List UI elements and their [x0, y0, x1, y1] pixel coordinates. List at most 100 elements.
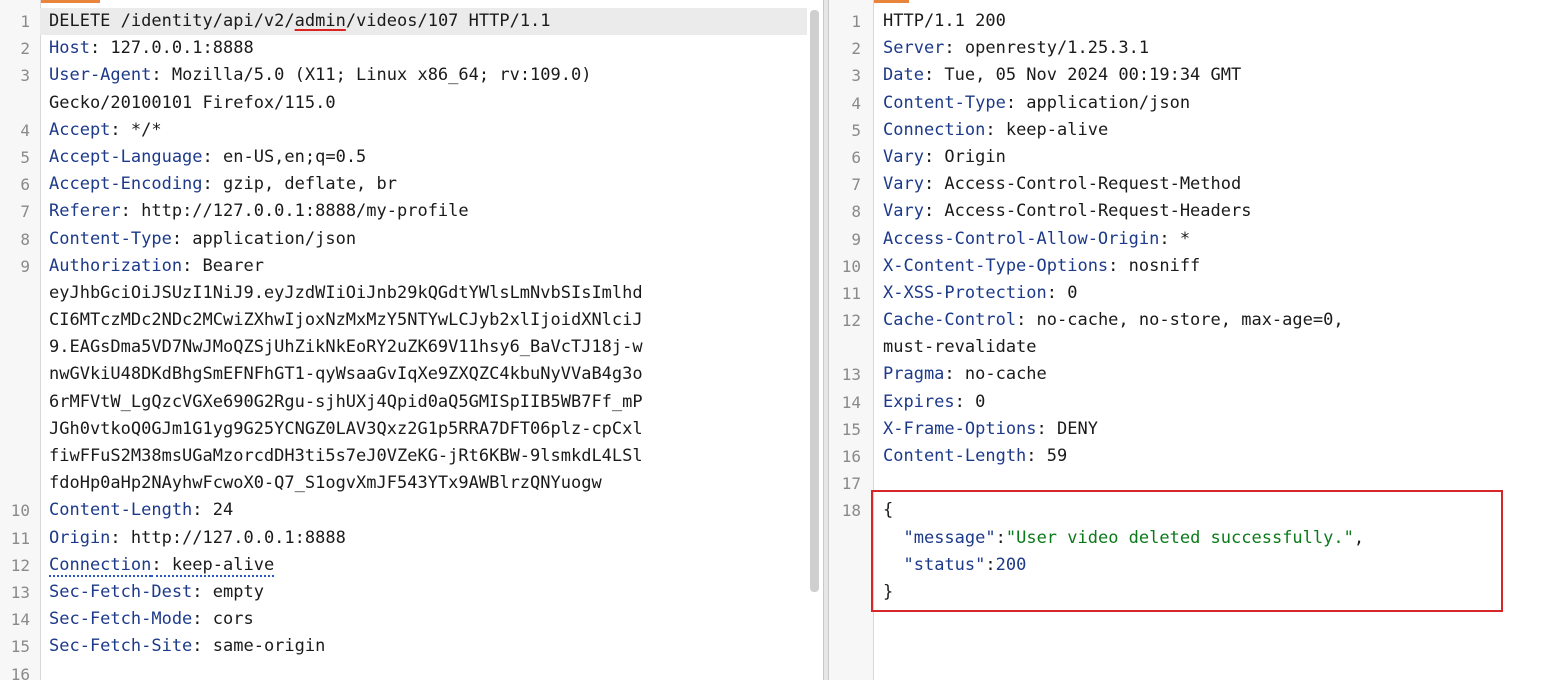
code-token: : Access-Control-Request-Method: [923, 174, 1242, 195]
line-number: 6: [20, 175, 30, 195]
request-line[interactable]: JGh0vtkoQ0GJm1G1yg9G25YCNGZ0LAV3Qxz2G1p5…: [0, 416, 823, 443]
request-line[interactable]: eyJhbGciOiJSUzI1NiJ9.eyJzdWIiOiJnb29kQGd…: [0, 280, 823, 307]
response-lines[interactable]: 1 HTTP/1.1 200 2 Server: openresty/1.25.3.1…: [829, 8, 1545, 606]
request-line[interactable]: 9 Authorization: Bearer: [0, 253, 823, 280]
line-number: 5: [851, 120, 861, 140]
code-token: DELETE /identity/api/v2/: [49, 11, 295, 31]
request-code: eyJhbGciOiJSUzI1NiJ9.eyJzdWIiOiJnb29kQGd…: [49, 280, 643, 307]
response-line[interactable]: 10 X-Content-Type-Options: nosniff: [829, 253, 1545, 280]
response-line[interactable]: 5 Connection: keep-alive: [829, 117, 1545, 144]
code-token: : Tue, 05 Nov 2024 00:19:34 GMT: [923, 65, 1242, 86]
response-line[interactable]: "message":"User video deleted successful…: [829, 525, 1545, 552]
request-line[interactable]: fdoHp0aHp2NAyhwFcwoX0-Q7_S1ogvXmJF543YTx…: [0, 470, 823, 497]
code-token: : 0: [1046, 282, 1078, 303]
response-line[interactable]: 15 X-Frame-Options: DENY: [829, 416, 1545, 443]
response-code: Vary: Access-Control-Request-Method: [883, 171, 1241, 198]
response-line[interactable]: 13 Pragma: no-cache: [829, 361, 1545, 388]
response-code: Vary: Access-Control-Request-Headers: [883, 198, 1251, 225]
request-line[interactable]: 11 Origin: http://127.0.0.1:8888: [0, 525, 823, 552]
header-name: Vary: [883, 201, 924, 222]
response-line[interactable]: 18 {: [829, 497, 1545, 524]
request-code: Host: 127.0.0.1:8888: [49, 35, 254, 62]
request-line[interactable]: 3 User-Agent: Mozilla/5.0 (X11; Linux x86…: [0, 62, 823, 89]
request-line[interactable]: 5 Accept-Language: en-US,en;q=0.5: [0, 144, 823, 171]
request-line[interactable]: 2 Host: 127.0.0.1:8888: [0, 35, 823, 62]
request-line[interactable]: 15 Sec-Fetch-Site: same-origin: [0, 633, 823, 660]
header-name: X-Content-Type-Options: [883, 255, 1109, 276]
request-line[interactable]: 6rMFVtW_LgQzcVGXe690G2Rgu-sjhUXj4Qpid0aQ…: [0, 389, 823, 416]
code-token: {: [883, 500, 894, 521]
request-code: fiwFFuS2M38msUGaMzorcdDH3ti5s7eJ0VZeKG-j…: [49, 443, 643, 470]
header-name: Server: [883, 38, 945, 59]
response-line[interactable]: 16 Content-Length: 59: [829, 443, 1545, 470]
response-line[interactable]: 3 Date: Tue, 05 Nov 2024 00:19:34 GMT: [829, 62, 1545, 89]
header-name: Referer: [49, 201, 121, 222]
request-code: Referer: http://127.0.0.1:8888/my-profil…: [49, 198, 469, 225]
request-line[interactable]: 1 DELETE /identity/api/v2/admin/videos/10…: [0, 8, 823, 35]
response-line[interactable]: 2 Server: openresty/1.25.3.1: [829, 35, 1545, 62]
request-line[interactable]: CI6MTczMDc2NDc2MCwiZXhwIjoxNzMxMzY5NTYwL…: [0, 307, 823, 334]
response-editor-pane[interactable]: 1 HTTP/1.1 200 2 Server: openresty/1.25.3.1…: [829, 0, 1545, 680]
response-line[interactable]: 9 Access-Control-Allow-Origin: *: [829, 226, 1545, 253]
request-line[interactable]: Gecko/20100101 Firefox/115.0: [0, 90, 823, 117]
response-line[interactable]: 4 Content-Type: application/json: [829, 90, 1545, 117]
response-line[interactable]: 7 Vary: Access-Control-Request-Method: [829, 171, 1545, 198]
response-line[interactable]: 17: [829, 470, 1545, 497]
response-line[interactable]: must-revalidate: [829, 334, 1545, 361]
request-code: JGh0vtkoQ0GJm1G1yg9G25YCNGZ0LAV3Qxz2G1p5…: [49, 416, 643, 443]
request-code: Content-Type: application/json: [49, 226, 356, 253]
response-line[interactable]: }: [829, 579, 1545, 606]
request-code: fdoHp0aHp2NAyhwFcwoX0-Q7_S1ogvXmJF543YTx…: [49, 470, 602, 497]
request-line[interactable]: 16: [0, 661, 823, 680]
header-name: Expires: [883, 391, 955, 412]
request-scrollbar[interactable]: [810, 10, 819, 592]
request-line[interactable]: 8 Content-Type: application/json: [0, 226, 823, 253]
request-lines[interactable]: 1 DELETE /identity/api/v2/admin/videos/10…: [0, 8, 823, 680]
code-token: : http://127.0.0.1:8888: [110, 527, 346, 548]
request-line[interactable]: 9.EAGsDma5VD7NwJMoQZSjUhZikNkEoRY2uZK69V…: [0, 334, 823, 361]
request-editor-pane[interactable]: 1 DELETE /identity/api/v2/admin/videos/10…: [0, 0, 823, 680]
code-token: eyJhbGciOiJSUzI1NiJ9.eyJzdWIiOiJnb29kQGd…: [49, 282, 643, 303]
code-token: : http://127.0.0.1:8888/my-profile: [120, 201, 469, 222]
header-name: Cache-Control: [883, 310, 1017, 331]
response-line[interactable]: 11 X-XSS-Protection: 0: [829, 280, 1545, 307]
response-code: Connection: keep-alive: [883, 117, 1108, 144]
response-line[interactable]: 14 Expires: 0: [829, 389, 1545, 416]
request-line[interactable]: nwGVkiU48DKdBhgSmEFNFhGT1-qyWsaaGvIqXe9Z…: [0, 361, 823, 388]
code-token: "message": [903, 527, 996, 548]
response-line[interactable]: "status":200: [829, 552, 1545, 579]
line-number: 12: [841, 311, 861, 331]
code-token: : no-cache: [944, 364, 1047, 385]
response-code: Access-Control-Allow-Origin: *: [883, 226, 1190, 253]
request-line[interactable]: 4 Accept: */*: [0, 117, 823, 144]
request-line[interactable]: 13 Sec-Fetch-Dest: empty: [0, 579, 823, 606]
code-token: : no-cache, no-store, max-age=0,: [1016, 310, 1344, 331]
line-number: 2: [20, 39, 30, 59]
response-code: Server: openresty/1.25.3.1: [883, 35, 1149, 62]
response-line[interactable]: 1 HTTP/1.1 200: [829, 8, 1545, 35]
response-line[interactable]: 12 Cache-Control: no-cache, no-store, max…: [829, 307, 1545, 334]
response-line[interactable]: 6 Vary: Origin: [829, 144, 1545, 171]
header-name: Connection: [49, 554, 152, 577]
request-code: Sec-Fetch-Site: same-origin: [49, 633, 325, 660]
request-line[interactable]: 14 Sec-Fetch-Mode: cors: [0, 606, 823, 633]
request-line[interactable]: 12 Connection: keep-alive: [0, 552, 823, 579]
response-line[interactable]: 8 Vary: Access-Control-Request-Headers: [829, 198, 1545, 225]
request-line[interactable]: fiwFFuS2M38msUGaMzorcdDH3ti5s7eJ0VZeKG-j…: [0, 443, 823, 470]
request-line[interactable]: 7 Referer: http://127.0.0.1:8888/my-profi…: [0, 198, 823, 225]
request-code: Gecko/20100101 Firefox/115.0: [49, 90, 336, 117]
line-number: 18: [841, 501, 861, 521]
request-code: Connection: keep-alive: [49, 552, 275, 579]
request-line[interactable]: 10 Content-Length: 24: [0, 497, 823, 524]
line-number: 9: [851, 229, 861, 249]
header-name: Sec-Fetch-Mode: [49, 609, 193, 630]
code-token: : application/json: [1005, 92, 1191, 113]
code-token: : */*: [110, 119, 162, 140]
line-number: 12: [10, 555, 30, 575]
request-code: Accept-Language: en-US,en;q=0.5: [49, 144, 366, 171]
request-code: Authorization: Bearer: [49, 253, 264, 280]
header-name: X-Frame-Options: [883, 418, 1037, 439]
request-line[interactable]: 6 Accept-Encoding: gzip, deflate, br: [0, 171, 823, 198]
request-code: Accept: */*: [49, 117, 162, 144]
